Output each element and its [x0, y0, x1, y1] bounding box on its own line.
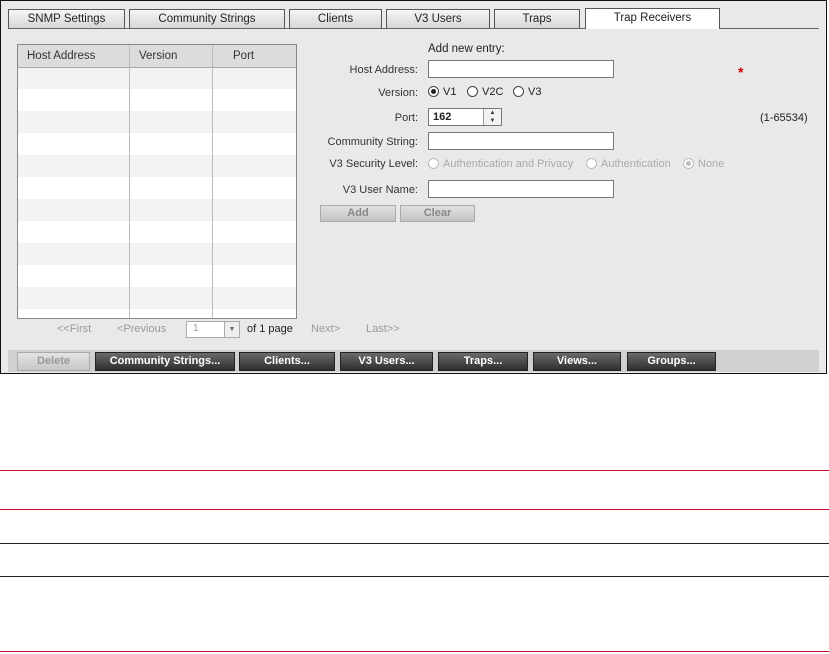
tab-v3-users[interactable]: V3 Users [386, 9, 490, 28]
pager-previous-link[interactable]: <Previous [117, 323, 166, 335]
pager-last-link[interactable]: Last>> [366, 323, 400, 335]
security-radio-authentication[interactable] [586, 158, 597, 169]
version-option-v1-label: V1 [443, 86, 457, 98]
port-label: Port: [394, 112, 418, 124]
table-row[interactable] [18, 67, 296, 89]
table-header: Host Address Version Port [18, 45, 296, 68]
host-address-input[interactable] [428, 60, 614, 78]
column-divider [212, 45, 213, 318]
tab-clients[interactable]: Clients [289, 9, 382, 28]
delete-button[interactable]: Delete [17, 352, 90, 371]
form-heading: Add new entry: [428, 43, 505, 55]
v3-user-name-input[interactable] [428, 180, 614, 198]
page-number-value: 1 [193, 323, 199, 334]
security-radio-auth-privacy[interactable] [428, 158, 439, 169]
column-header-host-address[interactable]: Host Address [27, 45, 95, 67]
security-option-authentication-label: Authentication [601, 158, 671, 170]
table-row[interactable] [18, 287, 296, 309]
port-range-hint: (1-65534) [760, 112, 808, 124]
table-row[interactable] [18, 111, 296, 133]
column-header-port[interactable]: Port [233, 45, 254, 67]
views-button[interactable]: Views... [533, 352, 621, 371]
version-option-v2c-label: V2C [482, 86, 504, 98]
traps-button[interactable]: Traps... [438, 352, 528, 371]
column-divider [129, 45, 130, 318]
community-strings-button[interactable]: Community Strings... [95, 352, 235, 371]
tab-snmp-settings[interactable]: SNMP Settings [8, 9, 125, 28]
table-rule-red [0, 470, 829, 471]
version-label: Version: [378, 87, 418, 99]
v3-users-button[interactable]: V3 Users... [340, 352, 433, 371]
column-header-version[interactable]: Version [139, 45, 177, 67]
security-option-auth-privacy-label: Authentication and Privacy [443, 158, 574, 170]
port-stepper[interactable]: 162 ▲ ▼ [428, 108, 502, 126]
version-radio-v3[interactable] [513, 86, 524, 97]
version-radio-v1[interactable] [428, 86, 439, 97]
port-value: 162 [433, 111, 452, 123]
page-number-select[interactable]: 1 ▼ [186, 321, 240, 338]
clear-button[interactable]: Clear [400, 205, 475, 222]
version-option-v3-label: V3 [528, 86, 542, 98]
clients-button[interactable]: Clients... [239, 352, 335, 371]
table-row[interactable] [18, 243, 296, 265]
v3-security-level-label: V3 Security Level: [329, 158, 418, 170]
tab-traps[interactable]: Traps [494, 9, 580, 28]
version-radio-v2c[interactable] [467, 86, 478, 97]
table-rule-red [0, 651, 829, 652]
security-option-none-label: None [698, 158, 725, 170]
community-string-input[interactable] [428, 132, 614, 150]
v3-user-name-label: V3 User Name: [342, 184, 418, 196]
table-rule-black [0, 543, 829, 544]
tab-community-strings[interactable]: Community Strings [129, 9, 285, 28]
table-rule-red [0, 509, 829, 510]
add-button[interactable]: Add [320, 205, 396, 222]
chevron-down-icon[interactable]: ▼ [224, 322, 239, 337]
community-string-label: Community String: [327, 136, 418, 148]
groups-button[interactable]: Groups... [627, 352, 716, 371]
table-rule-black [0, 576, 829, 577]
page-count-label: of 1 page [247, 323, 293, 335]
pager-first-link[interactable]: <<First [57, 323, 91, 335]
required-marker: * [738, 64, 744, 80]
host-address-label: Host Address: [349, 64, 418, 76]
tab-trap-receivers[interactable]: Trap Receivers [585, 8, 720, 29]
security-radio-none[interactable] [683, 158, 694, 169]
table-row[interactable] [18, 155, 296, 177]
table-row[interactable] [18, 199, 296, 221]
stepper-down-icon[interactable]: ▼ [483, 117, 501, 125]
pager-next-link[interactable]: Next> [311, 323, 340, 335]
trap-receivers-table: Host Address Version Port [17, 44, 297, 319]
